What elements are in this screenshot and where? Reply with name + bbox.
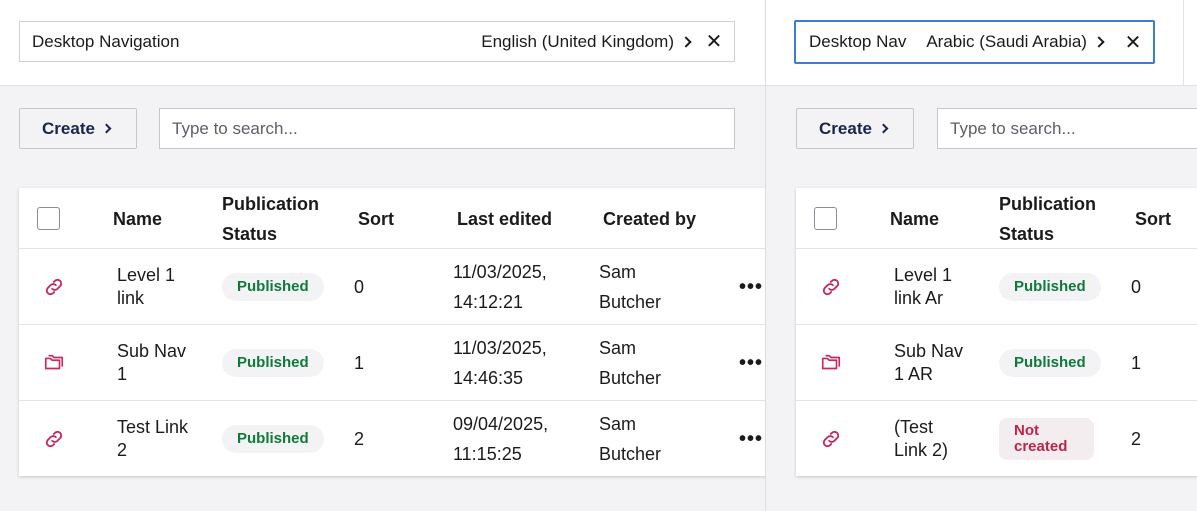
row-name[interactable]: Sub Nav 1 AR (894, 325, 964, 401)
row-name[interactable]: Test Link 2 (117, 401, 197, 477)
column-header-last-edited[interactable]: Last edited (457, 188, 552, 249)
column-header-status[interactable]: Publication Status (222, 188, 332, 249)
status-badge: Published (999, 273, 1101, 301)
table-row[interactable]: Test Link 2 Published 2 09/04/2025, 11:1… (19, 401, 765, 477)
table-header: Name Publication Status Sort (796, 188, 1197, 249)
row-created-by: Sam Butcher (599, 414, 662, 464)
more-actions-icon[interactable]: ••• (739, 401, 763, 477)
link-icon (820, 249, 844, 325)
right-pane: Desktop Nav Arabic (Saudi Arabia) ✕ Crea… (766, 0, 1197, 511)
link-icon (820, 401, 844, 477)
row-sort: 1 (354, 352, 365, 373)
items-table-right: Name Publication Status Sort Level 1 lin… (796, 188, 1197, 476)
search-input-left[interactable] (159, 108, 735, 149)
folder-icon (820, 325, 844, 401)
row-name[interactable]: (Test Link 2) (894, 401, 964, 477)
status-badge: Not created (999, 418, 1094, 460)
row-sort: 0 (1131, 276, 1142, 297)
column-header-name[interactable]: Name (890, 188, 939, 249)
language-label: English (United Kingdom) (481, 31, 674, 51)
row-last-edited: 11/03/2025, 14:12:21 (453, 262, 547, 312)
row-last-edited: 11/03/2025, 14:46:35 (453, 338, 547, 388)
column-header-sort[interactable]: Sort (1135, 188, 1171, 249)
variant-name: Desktop Nav (809, 32, 907, 51)
column-header-sort[interactable]: Sort (358, 188, 394, 249)
status-badge: Published (222, 273, 324, 301)
column-header-status[interactable]: Publication Status (999, 188, 1109, 249)
status-cell: Published (999, 249, 1101, 325)
status-cell: Published (222, 401, 324, 477)
chevron-right-icon (878, 123, 889, 134)
row-last-edited: 09/04/2025, 11:15:25 (453, 414, 549, 464)
table-row[interactable]: Sub Nav 1 Published 1 11/03/2025, 14:46:… (19, 325, 765, 401)
table-row[interactable]: Level 1 link Ar Published 0 (796, 249, 1197, 325)
items-table-left: Name Publication Status Sort Last edited… (19, 188, 765, 476)
table-row[interactable]: Sub Nav 1 AR Published 1 (796, 325, 1197, 401)
status-cell: Published (222, 249, 324, 325)
chevron-right-icon (680, 35, 692, 48)
column-header-name[interactable]: Name (113, 188, 162, 249)
language-switch-left[interactable]: English (United Kingdom) (481, 32, 694, 52)
close-icon[interactable]: ✕ (1113, 22, 1153, 62)
variant-name: Desktop Navigation (32, 31, 180, 51)
column-header-created-by[interactable]: Created by (603, 188, 696, 249)
select-all-checkbox[interactable] (814, 207, 837, 230)
row-name[interactable]: Level 1 link Ar (894, 249, 964, 325)
create-button-right[interactable]: Create (796, 108, 914, 149)
row-created-by: Sam Butcher (599, 262, 662, 312)
chevron-right-icon (1093, 36, 1105, 48)
table-row[interactable]: (Test Link 2) Not created 2 (796, 401, 1197, 477)
search-input-right[interactable] (937, 108, 1197, 149)
more-actions-icon[interactable]: ••• (739, 249, 763, 325)
language-switch-right[interactable]: Arabic (Saudi Arabia) (926, 32, 1107, 52)
left-header: Desktop Navigation English (United Kingd… (0, 0, 765, 86)
select-all-checkbox[interactable] (37, 207, 60, 230)
right-header: Desktop Nav Arabic (Saudi Arabia) ✕ (766, 0, 1197, 86)
row-name[interactable]: Level 1 link (117, 249, 197, 325)
variant-selector-right[interactable]: Desktop Nav Arabic (Saudi Arabia) ✕ (794, 20, 1155, 64)
table-header: Name Publication Status Sort Last edited… (19, 188, 765, 249)
create-label: Create (42, 118, 95, 138)
language-label: Arabic (Saudi Arabia) (926, 32, 1087, 51)
header-divider (1183, 0, 1184, 86)
variant-selector-left[interactable]: Desktop Navigation English (United Kingd… (19, 21, 735, 62)
chevron-right-icon (101, 123, 112, 134)
status-cell: Not created (999, 401, 1094, 477)
row-sort: 2 (354, 428, 365, 449)
row-sort: 2 (1131, 428, 1142, 449)
more-actions-icon[interactable]: ••• (739, 325, 763, 401)
status-badge: Published (999, 349, 1101, 377)
status-badge: Published (222, 425, 324, 453)
status-cell: Published (999, 325, 1101, 401)
close-icon[interactable]: ✕ (694, 22, 734, 62)
link-icon (43, 249, 67, 325)
row-sort: 0 (354, 276, 365, 297)
link-icon (43, 401, 67, 477)
row-created-by: Sam Butcher (599, 338, 662, 388)
create-label: Create (819, 118, 872, 138)
folder-icon (43, 325, 67, 401)
status-badge: Published (222, 349, 324, 377)
left-pane: Desktop Navigation English (United Kingd… (0, 0, 765, 511)
row-name[interactable]: Sub Nav 1 (117, 325, 197, 401)
row-sort: 1 (1131, 352, 1142, 373)
table-row[interactable]: Level 1 link Published 0 11/03/2025, 14:… (19, 249, 765, 325)
status-cell: Published (222, 325, 324, 401)
create-button-left[interactable]: Create (19, 108, 137, 149)
